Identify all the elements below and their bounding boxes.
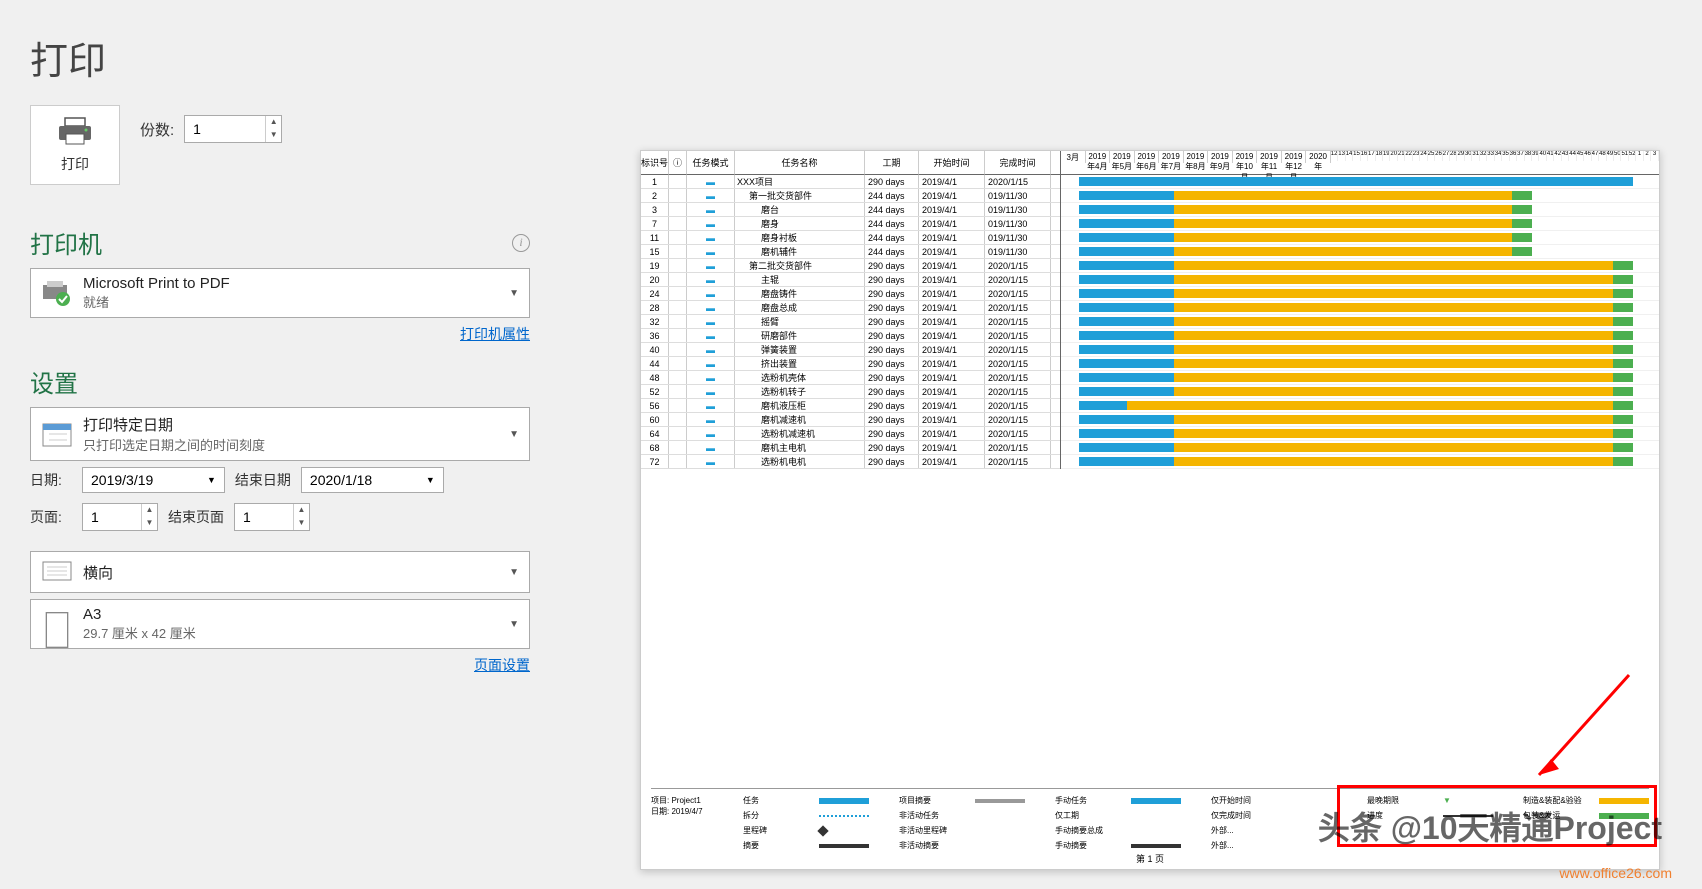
gantt-bar-row [1061,329,1659,343]
table-row: 64 ▬ 选粉机减速机 290 days 2019/4/1 2020/1/15 [641,427,1060,441]
table-row: 11 ▬ 磨身衬板 244 days 2019/4/1 019/11/30 [641,231,1060,245]
page-icon [41,610,73,638]
watermark: 头条 @10天精通Project [1318,803,1662,849]
copies-spinner[interactable]: ▲▼ [184,115,282,143]
table-row: 36 ▬ 研磨部件 290 days 2019/4/1 2020/1/15 [641,329,1060,343]
col-id: 标识号 [641,151,669,175]
table-row: 19 ▬ 第二批交货部件 290 days 2019/4/1 2020/1/15 [641,259,1060,273]
gantt-bar-row [1061,245,1659,259]
print-button[interactable]: 打印 [30,105,120,185]
date-range-icon [41,420,73,448]
gantt-bar-row [1061,301,1659,315]
gantt-bar-row [1061,413,1659,427]
table-row: 20 ▬ 主辊 290 days 2019/4/1 2020/1/15 [641,273,1060,287]
gantt-bar-row [1061,371,1659,385]
gantt-bar-row [1061,315,1659,329]
page-from-label: 页面: [30,507,72,527]
paper-select[interactable]: A3 29.7 厘米 x 42 厘米 ▼ [30,599,530,649]
gantt-bar-row [1061,231,1659,245]
gantt-bar-row [1061,385,1659,399]
chevron-down-icon: ▼ [509,429,519,440]
page-setup-link[interactable]: 页面设置 [474,657,530,673]
footer-date: 日期: 2019/4/7 [651,806,743,817]
print-preview: 标识号 ⓘ 任务模式 任务名称 工期 开始时间 完成时间 1 ▬ XXX项目 2… [640,150,1660,870]
gantt-bar-row [1061,441,1659,455]
gantt-bar-row [1061,259,1659,273]
table-row: 56 ▬ 磨机液压柜 290 days 2019/4/1 2020/1/15 [641,399,1060,413]
orientation-value: 横向 [83,562,499,583]
table-row: 1 ▬ XXX项目 290 days 2019/4/1 2020/1/15 [641,175,1060,189]
table-row: 48 ▬ 选粉机壳体 290 days 2019/4/1 2020/1/15 [641,371,1060,385]
page-to-label: 结束页面 [168,507,224,527]
table-row: 7 ▬ 磨身 244 days 2019/4/1 019/11/30 [641,217,1060,231]
table-row: 72 ▬ 选粉机电机 290 days 2019/4/1 2020/1/15 [641,455,1060,469]
date-to-input[interactable]: 2020/1/18▼ [301,467,444,493]
printer-icon [57,116,93,146]
chevron-down-icon: ▼ [207,475,216,485]
gantt-bar-row [1061,189,1659,203]
table-row: 60 ▬ 磨机减速机 290 days 2019/4/1 2020/1/15 [641,413,1060,427]
page-from-spinner[interactable]: ▲▼ [82,503,158,531]
gantt-bar-row [1061,175,1659,189]
col-info: ⓘ [669,151,687,175]
table-row: 15 ▬ 磨机辅件 244 days 2019/4/1 019/11/30 [641,245,1060,259]
printer-heading: 打印机 [30,225,102,260]
gantt-bar-row [1061,273,1659,287]
table-row: 3 ▬ 磨台 244 days 2019/4/1 019/11/30 [641,203,1060,217]
page-title: 打印 [30,30,530,85]
table-row: 24 ▬ 磨盘铸件 290 days 2019/4/1 2020/1/15 [641,287,1060,301]
table-row: 52 ▬ 选粉机转子 290 days 2019/4/1 2020/1/15 [641,385,1060,399]
spin-up[interactable]: ▲ [265,116,281,129]
gantt-bar-row [1061,455,1659,469]
print-range-select[interactable]: 打印特定日期 只打印选定日期之间的时间刻度 ▼ [30,407,530,461]
range-title: 打印特定日期 [83,414,499,435]
printer-select[interactable]: Microsoft Print to PDF 就绪 ▼ [30,268,530,318]
col-start: 开始时间 [919,151,985,175]
date-from-input[interactable]: 2019/3/19▼ [82,467,225,493]
gantt-bar-row [1061,217,1659,231]
table-row: 68 ▬ 磨机主电机 290 days 2019/4/1 2020/1/15 [641,441,1060,455]
gantt-bar-row [1061,287,1659,301]
gantt-bar-row [1061,203,1659,217]
watermark-url: www.office26.com [1559,865,1672,881]
range-sub: 只打印选定日期之间的时间刻度 [83,435,499,454]
spin-down[interactable]: ▼ [265,129,281,142]
orientation-select[interactable]: 横向 ▼ [30,551,530,593]
chevron-down-icon: ▼ [509,288,519,299]
chevron-down-icon: ▼ [509,567,519,578]
chevron-down-icon: ▼ [426,475,435,485]
col-dur: 工期 [865,151,919,175]
paper-size: 29.7 厘米 x 42 厘米 [83,623,499,642]
col-name: 任务名称 [735,151,865,175]
chevron-down-icon: ▼ [509,619,519,630]
printer-properties-link[interactable]: 打印机属性 [460,326,530,342]
table-row: 44 ▬ 挤出装置 290 days 2019/4/1 2020/1/15 [641,357,1060,371]
print-button-label: 打印 [61,154,89,174]
date-from-label: 日期: [30,470,72,490]
printer-ready-icon [41,279,73,307]
page-to-spinner[interactable]: ▲▼ [234,503,310,531]
table-row: 28 ▬ 磨盘总成 290 days 2019/4/1 2020/1/15 [641,301,1060,315]
footer-project: 项目: Project1 [651,795,743,806]
col-mode: 任务模式 [687,151,735,175]
table-row: 2 ▬ 第一批交货部件 244 days 2019/4/1 019/11/30 [641,189,1060,203]
info-icon[interactable]: i [512,234,530,252]
landscape-icon [41,558,73,586]
gantt-bar-row [1061,399,1659,413]
gantt-bar-row [1061,343,1659,357]
gantt-bar-row [1061,427,1659,441]
printer-status: 就绪 [83,292,499,311]
settings-heading: 设置 [30,364,530,399]
paper-name: A3 [83,606,499,623]
copies-input[interactable] [185,116,265,142]
table-row: 40 ▬ 弹簧装置 290 days 2019/4/1 2020/1/15 [641,343,1060,357]
printer-name: Microsoft Print to PDF [83,275,499,292]
date-to-label: 结束日期 [235,470,291,490]
gantt-bar-row [1061,357,1659,371]
table-row: 32 ▬ 摇臂 290 days 2019/4/1 2020/1/15 [641,315,1060,329]
copies-label: 份数: [140,119,174,140]
page-number: 第 1 页 [1136,852,1164,865]
annotation-arrow [1519,665,1639,785]
col-fin: 完成时间 [985,151,1051,175]
